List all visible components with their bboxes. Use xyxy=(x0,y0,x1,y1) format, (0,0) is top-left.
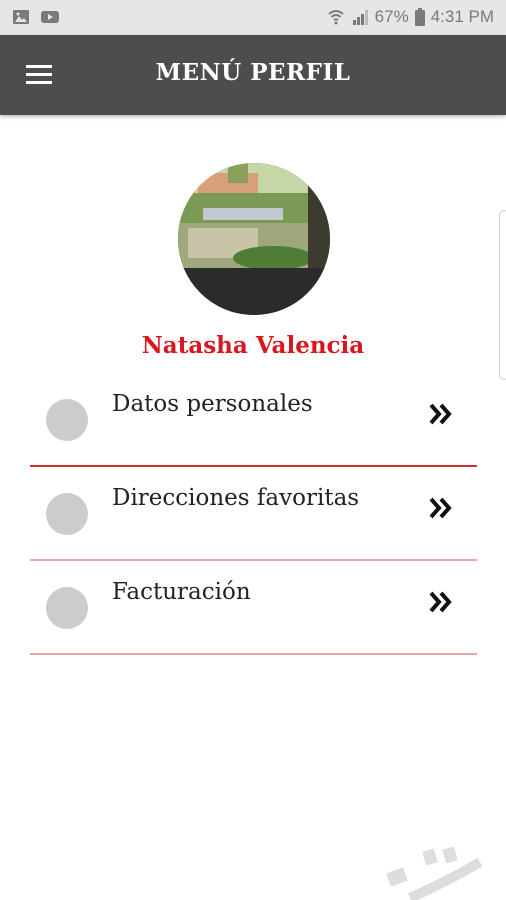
app-bar: MENÚ PERFIL xyxy=(0,35,506,115)
double-chevron-right-icon xyxy=(429,497,452,519)
profile-photo xyxy=(178,163,330,315)
double-chevron-right-icon xyxy=(429,591,452,613)
status-notifications xyxy=(12,8,60,26)
item-icon-placeholder xyxy=(46,493,88,535)
image-icon xyxy=(13,10,29,24)
clock: 4:31 PM xyxy=(430,7,494,26)
status-system: 67% 4:31 PM xyxy=(327,7,494,27)
menu-item-label: Facturación xyxy=(112,579,251,605)
double-chevron-right-icon xyxy=(429,403,452,425)
youtube-icon xyxy=(41,11,59,23)
menu-item-direcciones-favoritas[interactable]: Direcciones favoritas xyxy=(30,467,477,561)
battery-percent: 67% xyxy=(374,7,409,26)
battery-icon xyxy=(414,8,425,26)
edge-panel-handle[interactable] xyxy=(499,210,506,380)
watermark-logo-icon xyxy=(386,846,483,900)
menu-item-facturacion[interactable]: Facturación xyxy=(30,561,477,655)
page-title: MENÚ PERFIL xyxy=(155,59,351,86)
signal-icon xyxy=(352,10,368,25)
wifi-icon xyxy=(328,10,344,25)
item-icon-placeholder xyxy=(46,587,88,629)
item-icon-placeholder xyxy=(46,399,88,441)
status-bar: 67% 4:31 PM xyxy=(0,0,506,35)
menu-item-datos-personales[interactable]: Datos personales xyxy=(30,373,477,467)
menu-item-label: Datos personales xyxy=(112,391,313,417)
avatar[interactable] xyxy=(178,163,330,315)
profile-name: Natasha Valencia xyxy=(141,332,365,359)
divider xyxy=(30,653,477,655)
menu-item-label: Direcciones favoritas xyxy=(112,485,360,511)
